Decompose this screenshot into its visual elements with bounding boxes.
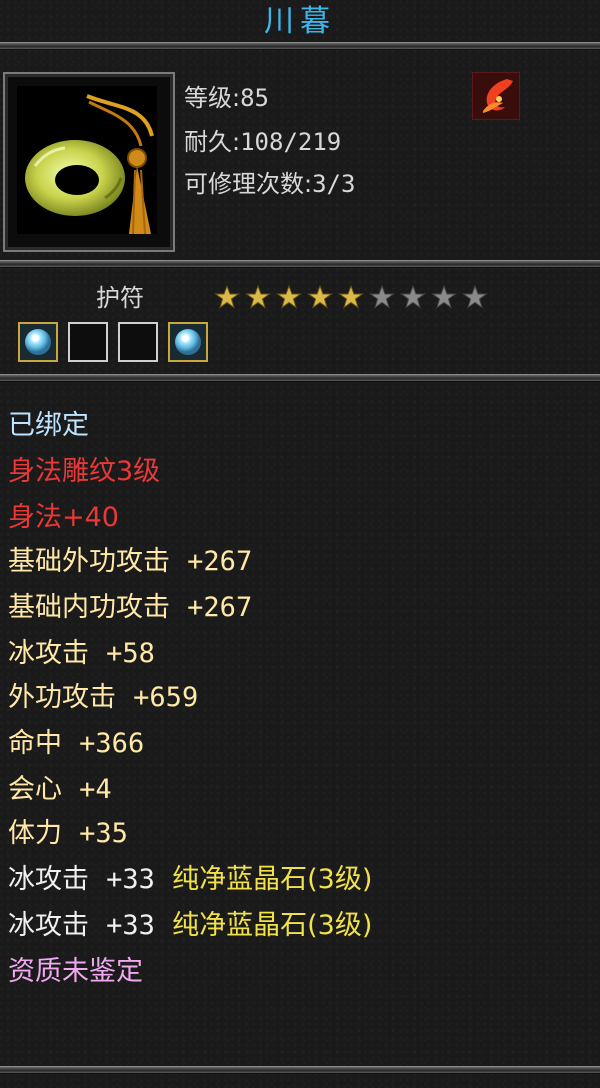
base-int-atk-label: 基础内功攻击 xyxy=(8,592,170,623)
durability-label: 耐久: xyxy=(184,128,241,156)
flame-swirl-icon xyxy=(472,72,520,120)
stamina-label: 体力 xyxy=(8,818,62,849)
gem2-name: 纯净蓝晶石(3级) xyxy=(172,910,373,941)
star-filled-icon xyxy=(338,284,364,309)
star-filled-icon xyxy=(214,284,240,309)
ext-atk-value: +659 xyxy=(133,682,199,713)
footer-divider xyxy=(0,1066,600,1074)
ext-atk-label: 外功攻击 xyxy=(8,682,116,713)
level-value: 85 xyxy=(240,84,269,112)
gem-socket-empty[interactable] xyxy=(68,322,108,362)
ext-atk-line: 外功攻击 +659 xyxy=(8,678,198,718)
level-line: 等级:85 xyxy=(184,78,269,113)
star-empty-icon xyxy=(400,284,426,309)
ice-atk-label: 冰攻击 xyxy=(8,638,89,669)
gem1-line: 冰攻击 +33 纯净蓝晶石(3级) xyxy=(8,860,372,900)
crit-line: 会心 +4 xyxy=(8,770,112,810)
blue-crystal-gem-icon xyxy=(25,329,51,355)
agility-line: 身法+40 xyxy=(8,502,119,533)
star-filled-icon xyxy=(307,284,333,309)
repair-label: 可修理次数: xyxy=(184,170,313,198)
repair-value: 3/3 xyxy=(312,170,356,198)
hit-value: +366 xyxy=(79,728,145,759)
base-ext-atk-value: +267 xyxy=(187,546,253,577)
gem2-line: 冰攻击 +33 纯净蓝晶石(3级) xyxy=(8,906,372,946)
item-tooltip: 川暮 等级:85 耐久:108/219 可修理次数:3/3 护符 已绑定 身法雕… xyxy=(0,0,600,1088)
gem2-value: +33 xyxy=(106,910,155,941)
gem1-label: 冰攻击 xyxy=(8,864,89,895)
title-divider xyxy=(0,42,600,50)
sockets-divider xyxy=(0,374,600,382)
ice-atk-line: 冰攻击 +58 xyxy=(8,634,155,674)
base-int-atk-value: +267 xyxy=(187,592,253,623)
base-ext-atk-label: 基础外功攻击 xyxy=(8,546,170,577)
aptitude-line: 资质未鉴定 xyxy=(8,956,143,987)
durability-value: 108/219 xyxy=(240,128,342,156)
engrave-line: 身法雕纹3级 xyxy=(8,456,161,487)
star-empty-icon xyxy=(431,284,457,309)
stamina-value: +35 xyxy=(79,818,128,849)
gem1-name: 纯净蓝晶石(3级) xyxy=(172,864,373,895)
star-empty-icon xyxy=(369,284,395,309)
blue-crystal-gem-icon xyxy=(175,329,201,355)
crit-label: 会心 xyxy=(8,774,62,805)
durability-line: 耐久:108/219 xyxy=(184,122,341,157)
item-category: 护符 xyxy=(96,284,144,312)
crit-value: +4 xyxy=(79,774,112,805)
star-filled-icon xyxy=(245,284,271,309)
hit-label: 命中 xyxy=(8,728,62,759)
base-ext-atk-line: 基础外功攻击 +267 xyxy=(8,542,252,582)
repair-line: 可修理次数:3/3 xyxy=(184,164,355,199)
item-name: 川暮 xyxy=(264,4,336,39)
header-divider xyxy=(0,260,600,268)
item-icon-frame[interactable] xyxy=(3,72,175,252)
base-int-atk-line: 基础内功攻击 +267 xyxy=(8,588,252,628)
stamina-line: 体力 +35 xyxy=(8,814,128,854)
ice-atk-value: +58 xyxy=(106,638,155,669)
gem1-value: +33 xyxy=(106,864,155,895)
bound-status: 已绑定 xyxy=(8,410,89,441)
gem-socket-empty[interactable] xyxy=(118,322,158,362)
star-empty-icon xyxy=(462,284,488,309)
level-label: 等级: xyxy=(184,84,241,112)
gem-socket-filled[interactable] xyxy=(18,322,58,362)
hit-line: 命中 +366 xyxy=(8,724,144,764)
jade-ring-pendant-icon xyxy=(17,86,157,235)
star-filled-icon xyxy=(276,284,302,309)
gem2-label: 冰攻击 xyxy=(8,910,89,941)
gem-socket-filled[interactable] xyxy=(168,322,208,362)
